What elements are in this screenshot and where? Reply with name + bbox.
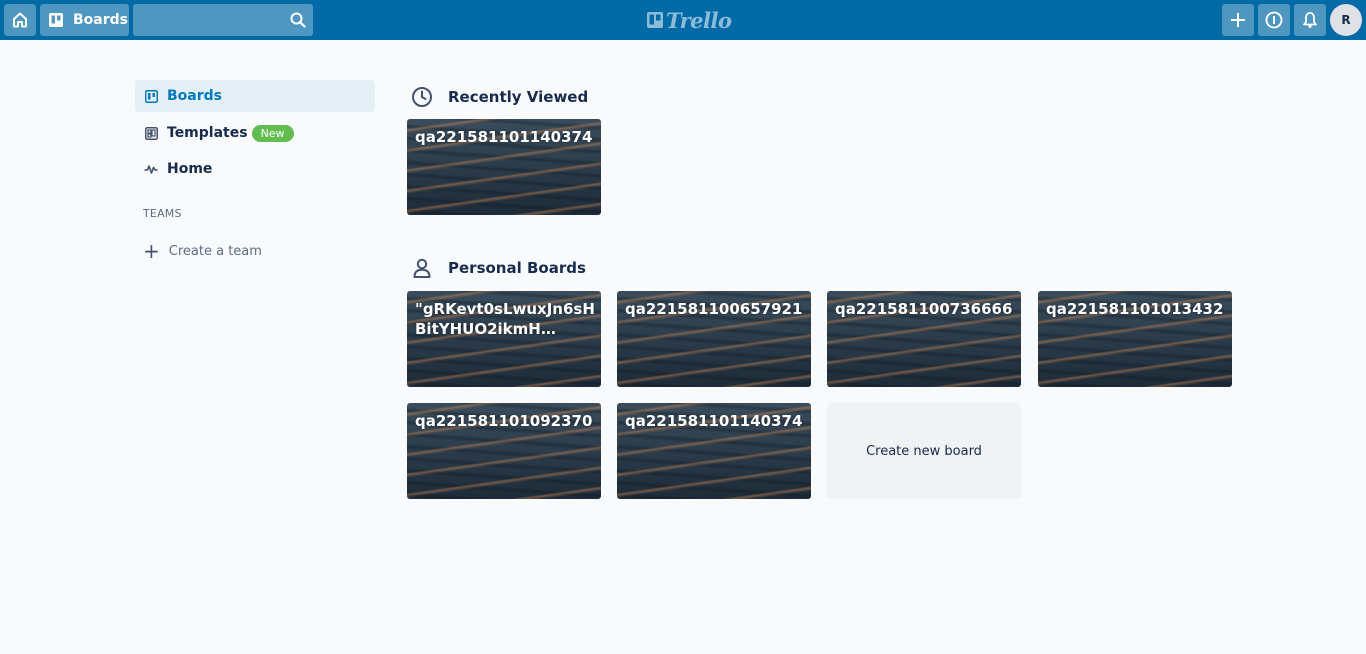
recently-viewed-heading: Recently Viewed xyxy=(411,86,588,108)
sidebar-item-boards[interactable]: Boards xyxy=(135,80,375,112)
board-tile[interactable]: qa221581101140374 xyxy=(407,119,601,215)
boards-button-label: Boards xyxy=(73,12,128,28)
sidebar-item-label: Boards xyxy=(167,88,222,104)
sidebar-item-templates[interactable]: Templates New xyxy=(135,117,375,149)
create-new-board-label: Create new board xyxy=(866,443,982,459)
activity-icon xyxy=(144,162,158,176)
board-tile-title: "gRKevt0sLwuxJn6sHBitYHUO2ikmH… xyxy=(415,300,595,338)
sidebar-item-label: Templates xyxy=(167,125,248,141)
logo-text: Trello xyxy=(666,7,732,33)
top-header: Boards Trello R xyxy=(0,0,1366,40)
board-icon xyxy=(49,13,63,27)
board-tile[interactable]: qa221581100657921 xyxy=(617,291,811,387)
create-button[interactable] xyxy=(1222,4,1254,36)
boards-button[interactable]: Boards xyxy=(40,4,129,36)
home-button[interactable] xyxy=(4,4,36,36)
trello-logo[interactable]: Trello xyxy=(646,7,732,33)
new-badge: New xyxy=(251,124,294,142)
personal-boards-heading: Personal Boards xyxy=(411,257,586,279)
template-icon xyxy=(144,126,158,140)
plus-icon xyxy=(1231,13,1245,27)
section-title: Personal Boards xyxy=(448,259,586,277)
board-tile[interactable]: "gRKevt0sLwuxJn6sHBitYHUO2ikmH… xyxy=(407,291,601,387)
section-title: Recently Viewed xyxy=(448,88,589,106)
person-icon xyxy=(413,258,431,278)
sidebar-item-home[interactable]: Home xyxy=(135,153,375,185)
create-team-label: Create a team xyxy=(168,243,262,259)
clock-icon xyxy=(412,87,432,107)
sidebar-item-label: Home xyxy=(167,161,213,177)
search-box[interactable] xyxy=(133,4,313,36)
info-icon xyxy=(1265,11,1283,29)
board-tile-title: qa221581101013432 xyxy=(1046,300,1224,318)
search-input[interactable] xyxy=(133,4,313,36)
board-tile-title: qa221581101092370 xyxy=(415,412,593,430)
plus-icon: + xyxy=(143,239,160,263)
notifications-button[interactable] xyxy=(1294,4,1326,36)
board-tile[interactable]: qa221581101092370 xyxy=(407,403,601,499)
teams-heading: TEAMS xyxy=(143,207,182,220)
create-team-link[interactable]: + Create a team xyxy=(143,241,262,261)
info-button[interactable] xyxy=(1258,4,1290,36)
create-new-board-button[interactable]: Create new board xyxy=(827,403,1021,499)
search-icon[interactable] xyxy=(290,12,306,28)
board-tile-title: qa221581101140374 xyxy=(625,412,803,430)
board-tile[interactable]: qa221581100736666 xyxy=(827,291,1021,387)
bell-icon xyxy=(1303,12,1317,28)
board-tile-title: qa221581100736666 xyxy=(835,300,1013,318)
home-icon xyxy=(13,12,27,28)
logo-icon xyxy=(647,12,663,28)
board-tile-title: qa221581100657921 xyxy=(625,300,803,318)
board-tile[interactable]: qa221581101140374 xyxy=(617,403,811,499)
avatar[interactable]: R xyxy=(1330,4,1362,36)
board-tile[interactable]: qa221581101013432 xyxy=(1038,291,1232,387)
board-tile-title: qa221581101140374 xyxy=(415,128,593,146)
board-icon xyxy=(144,89,158,103)
